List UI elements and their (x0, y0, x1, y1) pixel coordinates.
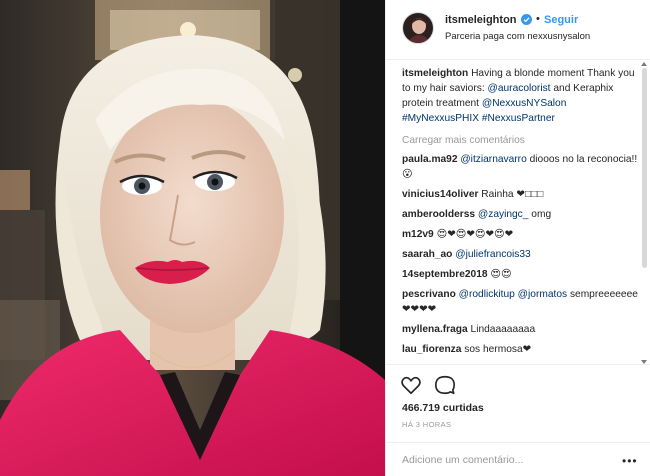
comment: 14septembre2018 😍😍 (402, 267, 640, 282)
post-image (0, 0, 385, 476)
comment-username[interactable]: saarah_ao (402, 249, 452, 260)
comment: saarah_ao @juliefrancois33 (402, 247, 640, 262)
add-comment-bar: ••• (386, 442, 650, 476)
separator-dot: • (536, 13, 540, 25)
post-header: itsmeleighton • Seguir Parceria paga com… (386, 0, 650, 60)
comment: lau_fiorenza sos hermosa❤ (402, 342, 640, 357)
follow-button[interactable]: Seguir (544, 14, 578, 26)
caption-mention-2[interactable]: @NexxusNYSalon (482, 98, 567, 109)
post-photo[interactable] (0, 0, 385, 476)
comment-username[interactable]: pescrivano (402, 289, 456, 300)
comment-username[interactable]: 14septembre2018 (402, 269, 488, 280)
comment-mention[interactable]: @juliefrancois33 (455, 249, 530, 260)
post-timestamp: HÁ 3 HORAS (402, 420, 452, 429)
post-sidebar: itsmeleighton • Seguir Parceria paga com… (385, 0, 650, 476)
scrollbar-thumb[interactable] (642, 68, 647, 268)
comment-username[interactable]: amberoolderss (402, 209, 475, 220)
post-caption: itsmeleighton Having a blonde moment Tha… (402, 66, 640, 126)
comment-mention[interactable]: @rodlickitup @jormatos (459, 289, 567, 300)
comment: pescrivano @rodlickitup @jormatos sempre… (402, 287, 640, 317)
avatar-image (403, 13, 433, 43)
caption-hashtag-2[interactable]: #NexxusPartner (482, 113, 555, 124)
comment-username[interactable]: lau_fiorenza (402, 344, 461, 355)
comment-text: 😍❤😍❤😍❤😍❤ (436, 229, 514, 240)
likes-count[interactable]: 466.719 curtidas (402, 402, 484, 414)
comment-bubble-icon[interactable] (434, 374, 456, 396)
caption-username[interactable]: itsmeleighton (402, 68, 468, 79)
comments-list[interactable]: itsmeleighton Having a blonde moment Tha… (402, 66, 640, 362)
username[interactable]: itsmeleighton (445, 14, 517, 26)
scroll-up-icon[interactable] (641, 62, 647, 66)
comments-scrollbar[interactable] (640, 62, 650, 364)
action-bar (386, 364, 650, 395)
comment-text: Lindaaaaaaaa (470, 324, 536, 335)
comment: m12v9 😍❤😍❤😍❤😍❤ (402, 227, 640, 242)
verified-badge-icon (521, 14, 532, 25)
scroll-down-icon[interactable] (641, 360, 647, 364)
comment-username[interactable]: vinicius14oliver (402, 189, 478, 200)
comment-input[interactable] (402, 451, 602, 469)
heart-icon[interactable] (400, 374, 422, 396)
comment-mention[interactable]: @zayingc_ (478, 209, 529, 220)
load-more-comments-button[interactable]: Carregar mais comentários (402, 133, 640, 148)
comment-text: sos hermosa❤ (464, 344, 532, 355)
comment: vinicius14oliver Rainha ❤□□□ (402, 187, 640, 202)
comment-username[interactable]: myllena.fraga (402, 324, 468, 335)
comment-mention[interactable]: @itziarnavarro (460, 154, 526, 165)
more-options-button[interactable]: ••• (622, 454, 638, 468)
comment-text: 😍😍 (490, 269, 512, 280)
caption-hashtag-1[interactable]: #MyNexxusPHIX (402, 113, 479, 124)
comment-text: Rainha ❤□□□ (481, 189, 544, 200)
comment-username[interactable]: paula.ma92 (402, 154, 458, 165)
comment: paula.ma92 @itziarnavarro diooos no la r… (402, 152, 640, 182)
caption-mention-1[interactable]: @auracolorist (488, 83, 551, 94)
comment: myllena.fraga Lindaaaaaaaa (402, 322, 640, 337)
comment: amberoolderss @zayingc_ omg (402, 207, 640, 222)
comment-text: omg (531, 209, 552, 220)
comment-username[interactable]: m12v9 (402, 229, 434, 240)
avatar[interactable] (402, 12, 434, 44)
paid-partnership-label[interactable]: Parceria paga com nexxusnysalon (445, 31, 590, 42)
